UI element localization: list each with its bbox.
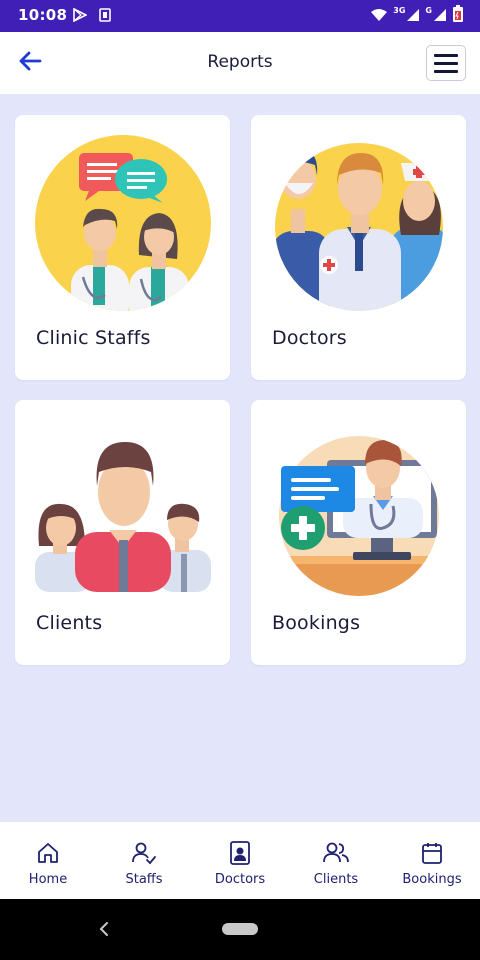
nav-label: Staffs bbox=[125, 872, 163, 887]
clinic-staff-illustration bbox=[35, 135, 211, 311]
play-store-icon bbox=[73, 7, 88, 26]
card-label: Clinic Staffs bbox=[36, 327, 151, 349]
nav-label: Home bbox=[28, 872, 68, 887]
network-label: 3G bbox=[393, 5, 406, 15]
signal-icon bbox=[406, 7, 420, 26]
nav-label: Doctors bbox=[214, 872, 266, 887]
card-clients[interactable]: Clients bbox=[15, 400, 230, 665]
card-doctors[interactable]: Doctors bbox=[251, 115, 466, 380]
bottom-navigation: Home Staffs Doctors Clients Bookings bbox=[0, 822, 480, 899]
nav-label: Bookings bbox=[402, 872, 462, 887]
system-home-button[interactable] bbox=[222, 923, 258, 935]
menu-button[interactable] bbox=[426, 45, 466, 81]
clients-illustration bbox=[35, 420, 211, 596]
card-label: Bookings bbox=[272, 612, 361, 634]
users-icon bbox=[323, 841, 349, 869]
bookings-illustration bbox=[271, 420, 447, 596]
card-label: Clients bbox=[36, 612, 103, 634]
page-title: Reports bbox=[207, 52, 273, 72]
network-label-2: G bbox=[425, 5, 432, 15]
nav-label: Clients bbox=[313, 872, 359, 887]
user-check-icon bbox=[131, 841, 157, 869]
battery-icon bbox=[452, 5, 464, 27]
nav-item-bookings[interactable]: Bookings bbox=[384, 822, 480, 899]
home-icon bbox=[36, 841, 60, 869]
signal-icon bbox=[433, 7, 447, 26]
status-bar: 10:08 3G G bbox=[0, 0, 480, 32]
card-label: Doctors bbox=[272, 327, 347, 349]
system-back-icon[interactable] bbox=[98, 919, 110, 943]
doctors-illustration bbox=[271, 135, 447, 311]
nav-item-clients[interactable]: Clients bbox=[288, 822, 384, 899]
nav-item-doctors[interactable]: Doctors bbox=[192, 822, 288, 899]
nav-item-staffs[interactable]: Staffs bbox=[96, 822, 192, 899]
nav-item-home[interactable]: Home bbox=[0, 822, 96, 899]
calendar-icon bbox=[420, 841, 444, 869]
sim-icon bbox=[99, 7, 111, 26]
app-bar: Reports bbox=[0, 32, 480, 94]
status-time: 10:08 bbox=[18, 6, 68, 24]
wifi-icon bbox=[370, 7, 388, 26]
doctor-badge-icon bbox=[229, 841, 251, 869]
card-bookings[interactable]: Bookings bbox=[251, 400, 466, 665]
system-navigation-bar bbox=[0, 899, 480, 960]
hamburger-menu-icon bbox=[434, 53, 458, 57]
card-clinic-staffs[interactable]: Clinic Staffs bbox=[15, 115, 230, 380]
